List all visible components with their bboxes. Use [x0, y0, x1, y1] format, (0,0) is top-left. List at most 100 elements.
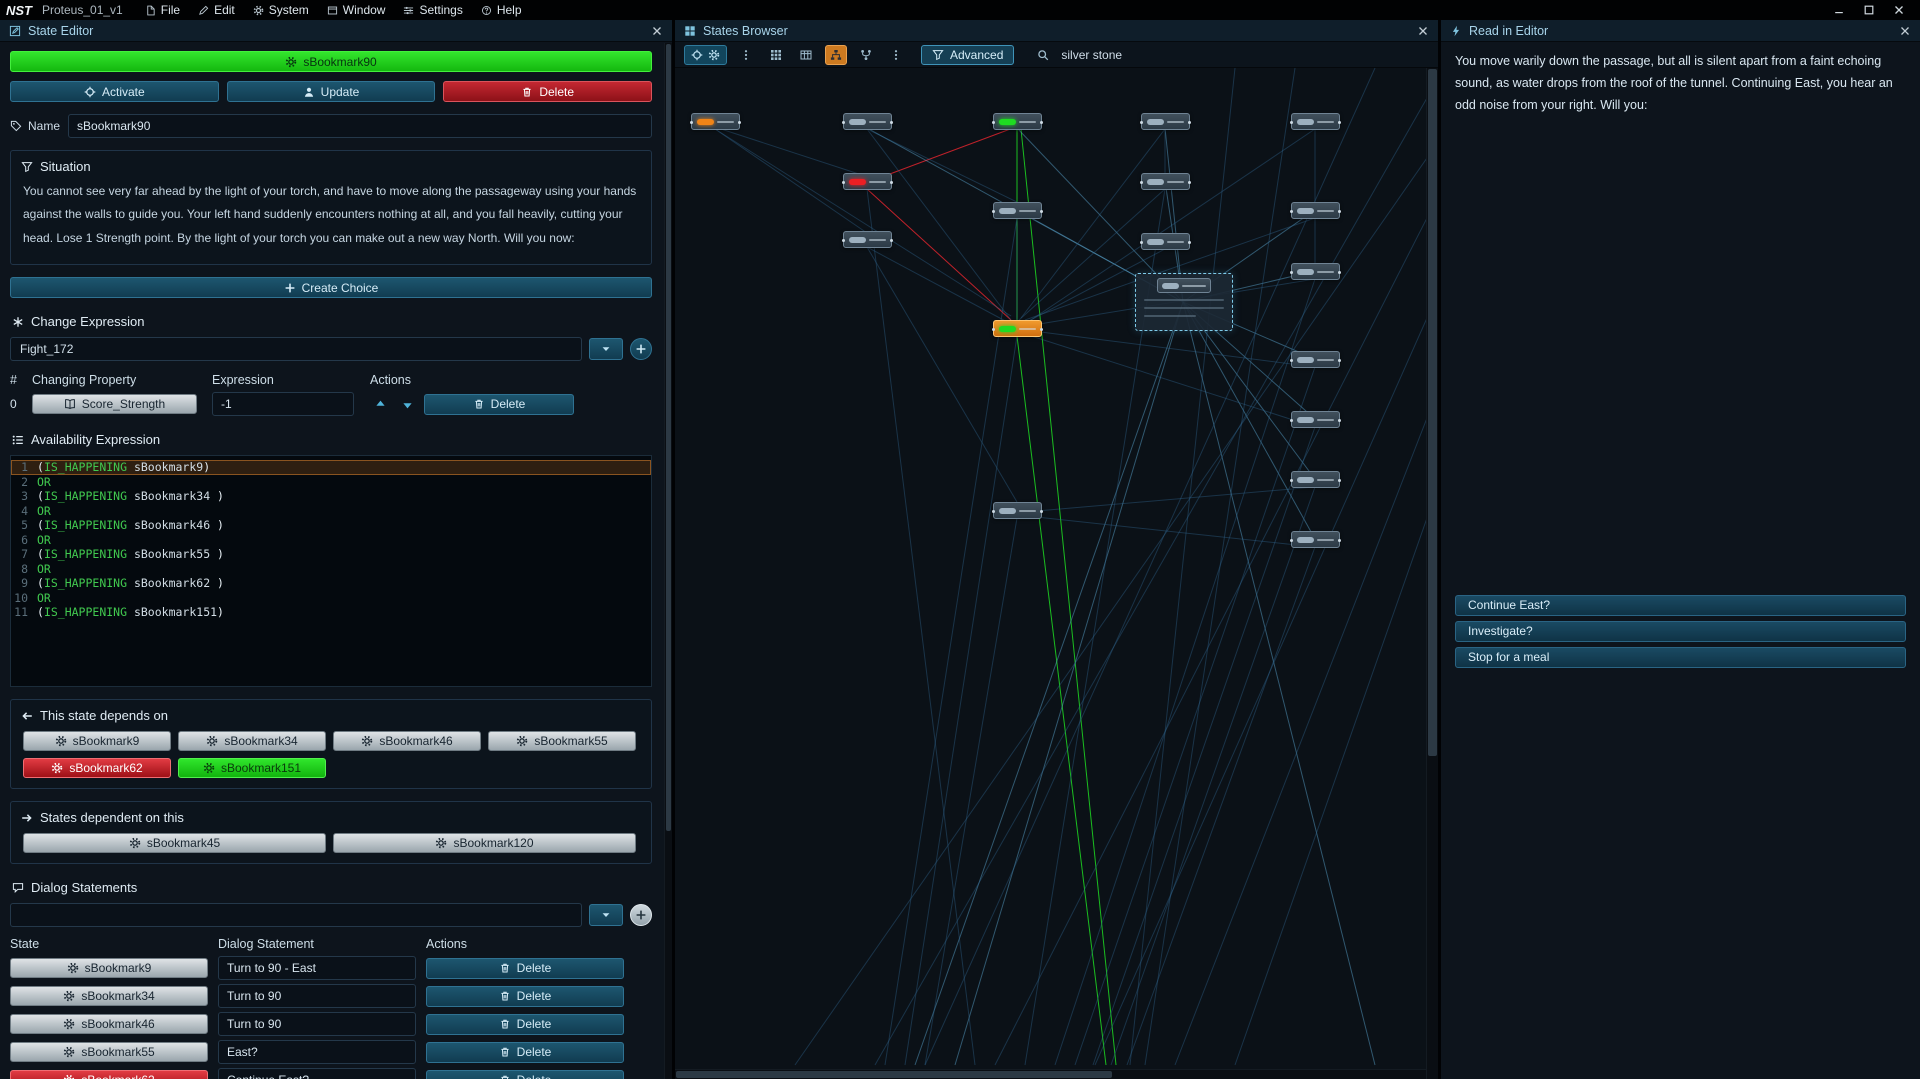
add-dialog-button[interactable] [630, 904, 652, 926]
dialog-statement-input[interactable] [218, 984, 416, 1008]
graph-node[interactable] [843, 231, 892, 248]
search-input[interactable] [1061, 48, 1231, 62]
choice-button[interactable]: Continue East? [1455, 595, 1906, 616]
state-editor-close-button[interactable] [651, 25, 663, 37]
menu-file[interactable]: File [137, 2, 188, 18]
graph-node[interactable] [1291, 471, 1340, 488]
menu-help[interactable]: Help [473, 2, 530, 18]
table-view-button[interactable] [795, 45, 817, 65]
read-editor-close-button[interactable] [1899, 25, 1911, 37]
graph-node[interactable] [1141, 113, 1190, 130]
code-line[interactable]: 7(IS_HAPPENING sBookmark55 ) [11, 547, 651, 562]
window-close-button[interactable] [1892, 3, 1906, 17]
grid-view-button[interactable] [765, 45, 787, 65]
graph-node[interactable] [1291, 351, 1340, 368]
create-choice-button[interactable]: Create Choice [10, 277, 652, 298]
dialog-statement-input[interactable] [218, 1040, 416, 1064]
dependent-state-button[interactable]: sBookmark45 [23, 833, 326, 853]
depends-on-state-button[interactable]: sBookmark62 [23, 758, 171, 778]
dialog-statement-input[interactable] [218, 956, 416, 980]
delete-state-button[interactable]: Delete [443, 81, 652, 102]
states-browser-close-button[interactable] [1417, 25, 1429, 37]
depends-on-state-button[interactable]: sBookmark9 [23, 731, 171, 751]
more-options-button-2[interactable] [885, 45, 907, 65]
choice-button[interactable]: Investigate? [1455, 621, 1906, 642]
advanced-filter-button[interactable]: Advanced [921, 45, 1014, 65]
graph-node[interactable] [993, 502, 1042, 519]
graph-canvas[interactable] [675, 68, 1426, 1069]
property-button[interactable]: Score_Strength [32, 394, 197, 414]
code-line[interactable]: 6OR [11, 533, 651, 548]
current-state-button[interactable]: sBookmark90 [10, 51, 652, 72]
code-line[interactable]: 11(IS_HAPPENING sBookmark151) [11, 605, 651, 620]
move-up-button[interactable] [370, 394, 390, 414]
code-line[interactable]: 2OR [11, 475, 651, 490]
more-options-button[interactable] [735, 45, 757, 65]
menu-system[interactable]: System [245, 2, 317, 18]
code-line[interactable]: 9(IS_HAPPENING sBookmark62 ) [11, 576, 651, 591]
dialog-state-button[interactable]: sBookmark46 [10, 1014, 208, 1034]
activate-button[interactable]: Activate [10, 81, 219, 102]
availability-editor[interactable]: 1(IS_HAPPENING sBookmark9)2OR3(IS_HAPPEN… [10, 455, 652, 687]
menu-window[interactable]: Window [319, 2, 394, 18]
depends-on-state-button[interactable]: sBookmark55 [488, 731, 636, 751]
code-line[interactable]: 10OR [11, 591, 651, 606]
graph-node[interactable] [691, 113, 740, 130]
expression-dropdown-button[interactable] [589, 338, 623, 360]
dialog-state-button[interactable]: sBookmark9 [10, 958, 208, 978]
maximize-button[interactable] [1862, 3, 1876, 17]
dialog-dropdown-button[interactable] [589, 904, 623, 926]
graph-node[interactable] [1291, 531, 1340, 548]
graph-node[interactable] [993, 113, 1042, 130]
gear-icon [435, 837, 447, 849]
state-editor-scrollbar[interactable] [664, 43, 672, 1079]
change-expression-select[interactable]: Fight_172 [10, 337, 582, 361]
graph-node-selected[interactable] [1135, 273, 1233, 331]
dialog-statement-input[interactable] [218, 1012, 416, 1036]
graph-node[interactable] [1291, 263, 1340, 280]
code-line[interactable]: 5(IS_HAPPENING sBookmark46 ) [11, 518, 651, 533]
states-browser-hscrollbar[interactable] [675, 1069, 1426, 1079]
code-line[interactable]: 8OR [11, 562, 651, 577]
delete-dialog-button[interactable]: Delete [426, 1070, 624, 1079]
view-options-button[interactable] [684, 45, 727, 65]
depends-on-state-button[interactable]: sBookmark46 [333, 731, 481, 751]
menu-settings[interactable]: Settings [395, 2, 470, 18]
dialog-state-button[interactable]: sBookmark62 [10, 1070, 208, 1079]
depends-on-state-button[interactable]: sBookmark34 [178, 731, 326, 751]
move-down-button[interactable] [397, 394, 417, 414]
depends-on-state-button[interactable]: sBookmark151 [178, 758, 326, 778]
expression-input[interactable] [212, 392, 354, 416]
graph-node[interactable] [1291, 202, 1340, 219]
minimize-button[interactable] [1832, 3, 1846, 17]
name-input[interactable] [68, 114, 652, 138]
choice-button[interactable]: Stop for a meal [1455, 647, 1906, 668]
graph-node[interactable] [1291, 113, 1340, 130]
delete-dialog-button[interactable]: Delete [426, 1014, 624, 1035]
flow-view-button[interactable] [855, 45, 877, 65]
dialog-state-button[interactable]: sBookmark55 [10, 1042, 208, 1062]
code-line[interactable]: 1(IS_HAPPENING sBookmark9) [11, 460, 651, 475]
graph-node[interactable] [1141, 233, 1190, 250]
graph-node[interactable] [1141, 173, 1190, 190]
graph-node[interactable] [843, 173, 892, 190]
delete-dialog-button[interactable]: Delete [426, 986, 624, 1007]
dialog-statement-input[interactable] [218, 1068, 416, 1079]
dialog-select[interactable] [10, 903, 582, 927]
add-expression-button[interactable] [630, 338, 652, 360]
code-line[interactable]: 4OR [11, 504, 651, 519]
graph-view-button[interactable] [825, 45, 847, 65]
menu-edit[interactable]: Edit [190, 2, 243, 18]
graph-node[interactable] [843, 113, 892, 130]
delete-expression-button[interactable]: Delete [424, 394, 574, 415]
dialog-state-button[interactable]: sBookmark34 [10, 986, 208, 1006]
states-browser-vscrollbar[interactable] [1426, 68, 1438, 1079]
graph-node[interactable] [1291, 411, 1340, 428]
delete-dialog-button[interactable]: Delete [426, 958, 624, 979]
graph-node[interactable] [993, 320, 1042, 337]
update-button[interactable]: Update [227, 81, 436, 102]
dependent-state-button[interactable]: sBookmark120 [333, 833, 636, 853]
delete-dialog-button[interactable]: Delete [426, 1042, 624, 1063]
code-line[interactable]: 3(IS_HAPPENING sBookmark34 ) [11, 489, 651, 504]
graph-node[interactable] [993, 202, 1042, 219]
